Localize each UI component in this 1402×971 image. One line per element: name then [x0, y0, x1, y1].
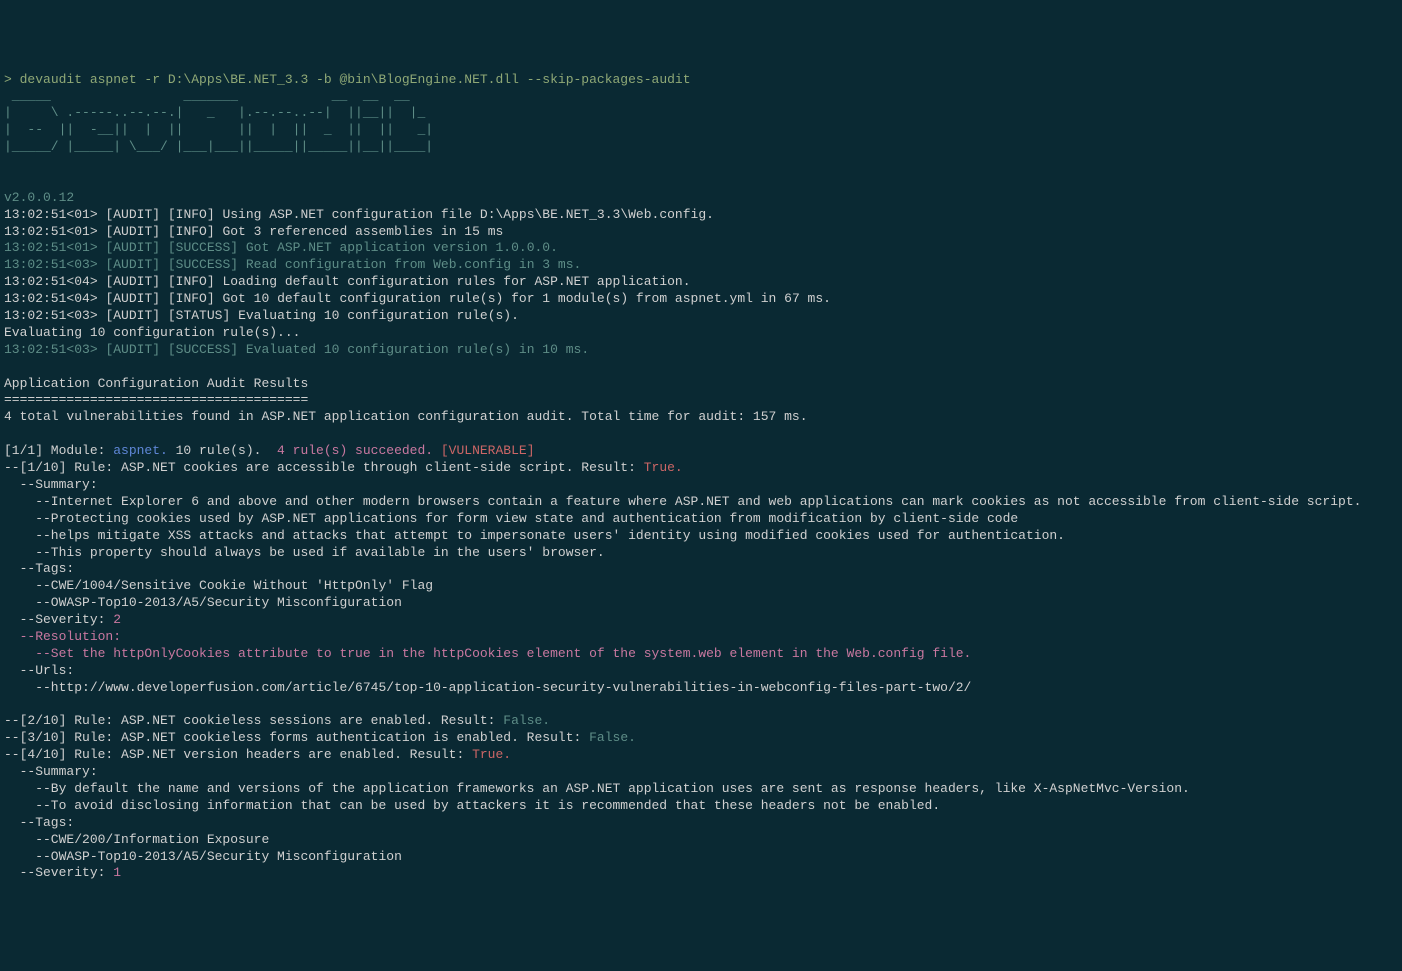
- results-header: Application Configuration Audit Results: [4, 376, 1398, 393]
- rule-1-resolution-label: --Resolution:: [4, 629, 1398, 646]
- rule-1-severity: --Severity: 2: [4, 612, 1398, 629]
- banner-line-4: [4, 156, 1398, 173]
- rule-1-tags-1: --OWASP-Top10-2013/A5/Security Misconfig…: [4, 595, 1398, 612]
- rule-1-resolution-text: --Set the httpOnlyCookies attribute to t…: [4, 646, 1398, 663]
- rule-1-summary-label: --Summary:: [4, 477, 1398, 494]
- rule-1-summary-1: --Protecting cookies used by ASP.NET app…: [4, 511, 1398, 528]
- prompt-char: >: [4, 72, 20, 87]
- evaluating-line: Evaluating 10 configuration rule(s)...: [4, 325, 1398, 342]
- rule-1-tags-0: --CWE/1004/Sensitive Cookie Without 'Htt…: [4, 578, 1398, 595]
- rule-1-urls-0: --http://www.developerfusion.com/article…: [4, 680, 1398, 697]
- rule-4-severity: --Severity: 1: [4, 865, 1398, 882]
- rule-2-header: --[2/10] Rule: ASP.NET cookieless sessio…: [4, 713, 1398, 730]
- terminal-output: > devaudit aspnet -r D:\Apps\BE.NET_3.3 …: [4, 72, 1398, 883]
- log-line-2: 13:02:51<01> [AUDIT] [SUCCESS] Got ASP.N…: [4, 240, 1398, 257]
- banner-line-1: | \ .-----..--.--.| _ |.--.--..--| ||__|…: [4, 105, 1398, 122]
- results-summary: 4 total vulnerabilities found in ASP.NET…: [4, 409, 1398, 426]
- rule-4-summary-1: --To avoid disclosing information that c…: [4, 798, 1398, 815]
- rule-1-summary-3: --This property should always be used if…: [4, 545, 1398, 562]
- banner-line-0: _____ _______ __ __ __: [4, 88, 1398, 105]
- success-evaluated: 13:02:51<03> [AUDIT] [SUCCESS] Evaluated…: [4, 342, 1398, 359]
- log-line-6: 13:02:51<03> [AUDIT] [STATUS] Evaluating…: [4, 308, 1398, 325]
- rule-3-header: --[3/10] Rule: ASP.NET cookieless forms …: [4, 730, 1398, 747]
- rule-4-summary-0: --By default the name and versions of th…: [4, 781, 1398, 798]
- command: devaudit aspnet -r D:\Apps\BE.NET_3.3 -b…: [20, 72, 691, 87]
- log-line-3: 13:02:51<03> [AUDIT] [SUCCESS] Read conf…: [4, 257, 1398, 274]
- module-line: [1/1] Module: aspnet. 10 rule(s). 4 rule…: [4, 443, 1398, 460]
- rule-4-tags-1: --OWASP-Top10-2013/A5/Security Misconfig…: [4, 849, 1398, 866]
- rule-1-urls-label: --Urls:: [4, 663, 1398, 680]
- version: v2.0.0.12: [4, 190, 1398, 207]
- rule-4-header: --[4/10] Rule: ASP.NET version headers a…: [4, 747, 1398, 764]
- rule-1-summary-2: --helps mitigate XSS attacks and attacks…: [4, 528, 1398, 545]
- rule-1-tags-label: --Tags:: [4, 561, 1398, 578]
- banner-line-2: | -- || -__|| | || || | || _ || || _|: [4, 122, 1398, 139]
- log-line-4: 13:02:51<04> [AUDIT] [INFO] Loading defa…: [4, 274, 1398, 291]
- results-sep: =======================================: [4, 392, 1398, 409]
- rule-4-summary-label: --Summary:: [4, 764, 1398, 781]
- rule-1-header: --[1/10] Rule: ASP.NET cookies are acces…: [4, 460, 1398, 477]
- rule-4-tags-0: --CWE/200/Information Exposure: [4, 832, 1398, 849]
- log-line-5: 13:02:51<04> [AUDIT] [INFO] Got 10 defau…: [4, 291, 1398, 308]
- rule-4-tags-label: --Tags:: [4, 815, 1398, 832]
- rule-1-summary-0: --Internet Explorer 6 and above and othe…: [4, 494, 1398, 511]
- banner-line-3: |_____/ |_____| \___/ |___|___||_____||_…: [4, 139, 1398, 156]
- log-line-0: 13:02:51<01> [AUDIT] [INFO] Using ASP.NE…: [4, 207, 1398, 224]
- log-line-1: 13:02:51<01> [AUDIT] [INFO] Got 3 refere…: [4, 224, 1398, 241]
